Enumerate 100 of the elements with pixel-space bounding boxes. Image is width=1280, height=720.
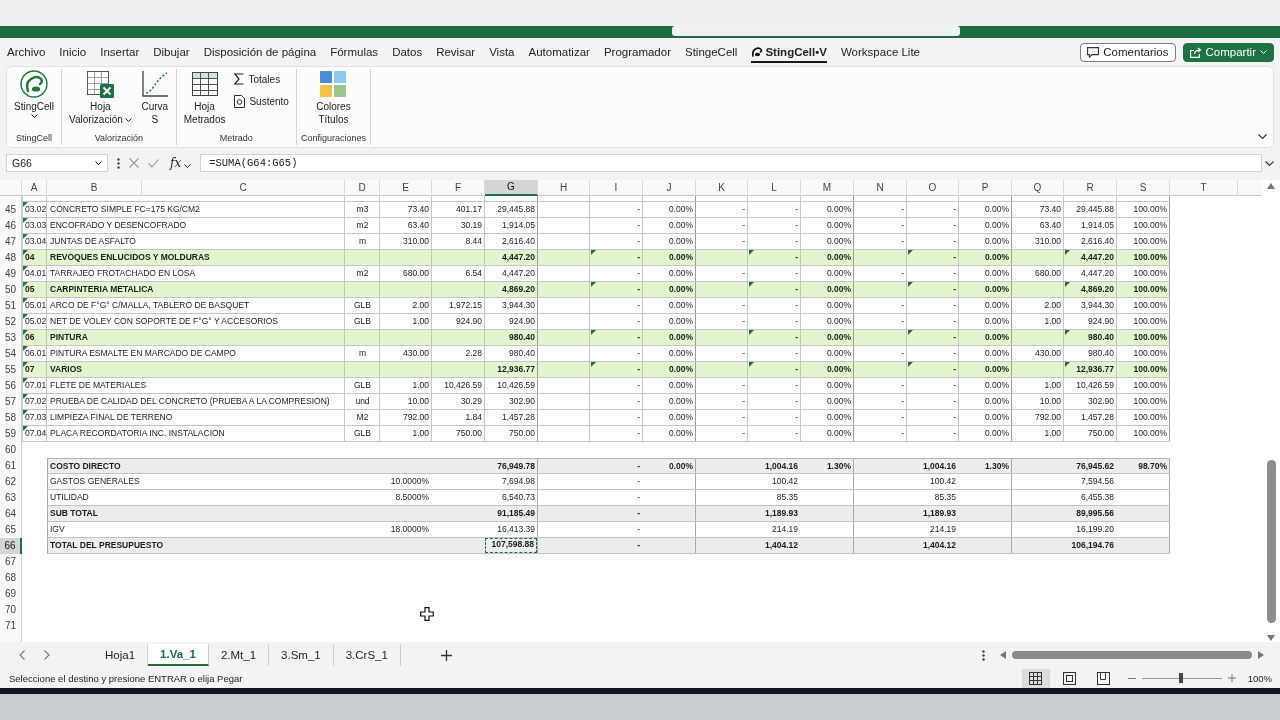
row-header[interactable]: 70 bbox=[0, 602, 22, 618]
menu-tab[interactable]: Archivo bbox=[7, 41, 46, 63]
row-header[interactable]: 47 bbox=[0, 234, 22, 250]
row-header[interactable]: 69 bbox=[0, 586, 22, 602]
row-header[interactable]: 71 bbox=[0, 618, 22, 634]
row-header[interactable]: 52 bbox=[0, 314, 22, 330]
share-button[interactable]: Compartir bbox=[1182, 42, 1274, 62]
table-cell-text: - bbox=[636, 379, 641, 392]
table-cell-text: 680.00 bbox=[1034, 267, 1062, 280]
table-cell-text: GLB bbox=[353, 299, 372, 312]
scrollbar-thumb[interactable] bbox=[1012, 651, 1252, 659]
table-cell-text: 1,457.28 bbox=[500, 411, 536, 424]
table-cell-text: - bbox=[952, 299, 957, 312]
row-header[interactable]: 54 bbox=[0, 346, 22, 362]
menu-tab[interactable]: Fórmulas bbox=[330, 41, 379, 63]
sheet-tab[interactable]: 3.CrS_1 bbox=[333, 644, 401, 666]
formula-field[interactable]: =SUMA(G64:G65) bbox=[200, 154, 1262, 172]
sheet-tab[interactable]: 1.Va_1 bbox=[148, 644, 209, 666]
column-header[interactable]: T bbox=[1170, 180, 1238, 196]
table-cell-text: TOTAL DEL PRESUPUESTO bbox=[49, 539, 165, 552]
scroll-down-icon[interactable] bbox=[1267, 635, 1275, 641]
table-cell-text: - bbox=[794, 315, 799, 328]
table-cell-text: 1.00 bbox=[411, 427, 430, 440]
menu-tab[interactable]: Automatizar bbox=[528, 41, 590, 63]
name-box[interactable]: G66 bbox=[6, 154, 108, 172]
row-header[interactable]: 56 bbox=[0, 378, 22, 394]
table-cell-text: 302.90 bbox=[508, 395, 536, 408]
menu-tab[interactable]: Vista bbox=[489, 41, 515, 63]
row-header[interactable]: 68 bbox=[0, 570, 22, 586]
row-header[interactable]: 61 bbox=[0, 458, 22, 474]
table-cell-text: 4,869.20 bbox=[500, 283, 536, 296]
menu-tab[interactable]: Datos bbox=[392, 41, 423, 63]
chevron-down-icon[interactable] bbox=[1258, 134, 1267, 139]
menu-tab[interactable]: Insertar bbox=[100, 41, 140, 63]
row-header[interactable]: 49 bbox=[0, 266, 22, 282]
scrollbar-thumb[interactable] bbox=[1266, 460, 1276, 623]
menu-tab[interactable]: StingCell•V bbox=[751, 41, 827, 63]
row-header[interactable]: 67 bbox=[0, 554, 22, 570]
menu-tab[interactable]: Dibujar bbox=[153, 41, 190, 63]
ribbon-button[interactable]: Hoja Valorización bbox=[66, 69, 135, 126]
vertical-dots-icon[interactable] bbox=[982, 649, 985, 661]
row-header[interactable]: 57 bbox=[0, 394, 22, 410]
row-header[interactable]: 55 bbox=[0, 362, 22, 378]
row-header[interactable]: 66 bbox=[0, 538, 22, 554]
search-field[interactable] bbox=[672, 26, 960, 36]
zoom-slider-thumb[interactable] bbox=[1178, 673, 1183, 683]
ribbon-button[interactable]: Totales bbox=[231, 69, 292, 89]
zoom-level[interactable]: 100% bbox=[1247, 672, 1272, 684]
ribbon-button[interactable]: Curva S bbox=[137, 69, 172, 126]
table-cell-text: - bbox=[794, 395, 799, 408]
table-cell-text: 2,616.40 bbox=[500, 235, 536, 248]
row-header[interactable]: 46 bbox=[0, 218, 22, 234]
plus-icon[interactable] bbox=[440, 649, 452, 661]
sheet-tab[interactable]: 2.Mt_1 bbox=[208, 644, 270, 666]
row-header[interactable]: 53 bbox=[0, 330, 22, 346]
scroll-left-icon[interactable] bbox=[1000, 651, 1006, 659]
row-header[interactable]: 48 bbox=[0, 250, 22, 266]
row-header[interactable]: 50 bbox=[0, 282, 22, 298]
menu-tab[interactable]: Disposición de página bbox=[203, 41, 317, 63]
menu-tab[interactable]: StingeCell bbox=[685, 41, 738, 63]
table-cell-text: TARRAJEO FROTACHADO EN LOSA bbox=[49, 267, 197, 280]
row-header[interactable]: 62 bbox=[0, 474, 22, 490]
row-header[interactable]: 64 bbox=[0, 506, 22, 522]
row-header[interactable]: 51 bbox=[0, 298, 22, 314]
table-cell-text: 750.00 bbox=[455, 427, 483, 440]
menu-tab[interactable]: Workspace Lite bbox=[840, 41, 920, 63]
sheet-tab[interactable]: 3.Sm_1 bbox=[269, 644, 334, 666]
chevron-right-icon[interactable] bbox=[44, 650, 50, 660]
menu-tab[interactable]: Inicio bbox=[59, 41, 87, 63]
scroll-right-icon[interactable] bbox=[1258, 651, 1264, 659]
table-cell-text: - bbox=[794, 331, 799, 344]
row-header[interactable]: 45 bbox=[0, 202, 22, 218]
ribbon-button[interactable]: Colores Títulos bbox=[313, 69, 354, 126]
ribbon-button[interactable]: Hoja Metrados bbox=[180, 69, 229, 126]
cancel-icon[interactable] bbox=[129, 158, 139, 168]
menu-tab[interactable]: Revisar bbox=[436, 41, 476, 63]
row-header[interactable]: 63 bbox=[0, 490, 22, 506]
row-header[interactable]: 65 bbox=[0, 522, 22, 538]
column-header[interactable]: G bbox=[485, 180, 538, 196]
scroll-up-icon[interactable] bbox=[1267, 183, 1275, 189]
menu-tab[interactable]: Programador bbox=[603, 41, 671, 63]
minus-icon[interactable] bbox=[1127, 677, 1136, 679]
row-header[interactable]: 60 bbox=[0, 442, 22, 458]
view-button[interactable] bbox=[1021, 668, 1050, 688]
table-cell-text: 1,914.05 bbox=[1079, 219, 1115, 232]
table-cell-text: GASTOS GENERALES bbox=[49, 475, 141, 488]
caret-icon bbox=[1260, 50, 1267, 54]
row-header[interactable]: 59 bbox=[0, 426, 22, 442]
table-cell-text: FLETE DE MATERIALES bbox=[49, 379, 148, 392]
row-header[interactable]: 58 bbox=[0, 410, 22, 426]
comments-button[interactable]: Comentarios bbox=[1080, 42, 1176, 62]
table-cell-text: 03.02 bbox=[24, 203, 47, 216]
chevron-left-icon[interactable] bbox=[19, 650, 25, 660]
table-cell-text: NET DE VOLEY CON SOPORTE DE F°G° Y ACCESORIOS bbox=[49, 315, 280, 328]
caret-icon[interactable] bbox=[1265, 160, 1274, 166]
ribbon-button[interactable]: StingCell bbox=[11, 69, 58, 118]
ribbon-button[interactable]: Sustento bbox=[231, 91, 292, 111]
check-icon[interactable] bbox=[148, 158, 159, 168]
table-cell-text: 750.00 bbox=[1087, 427, 1115, 440]
insert-function-button[interactable]: fx bbox=[170, 156, 182, 170]
